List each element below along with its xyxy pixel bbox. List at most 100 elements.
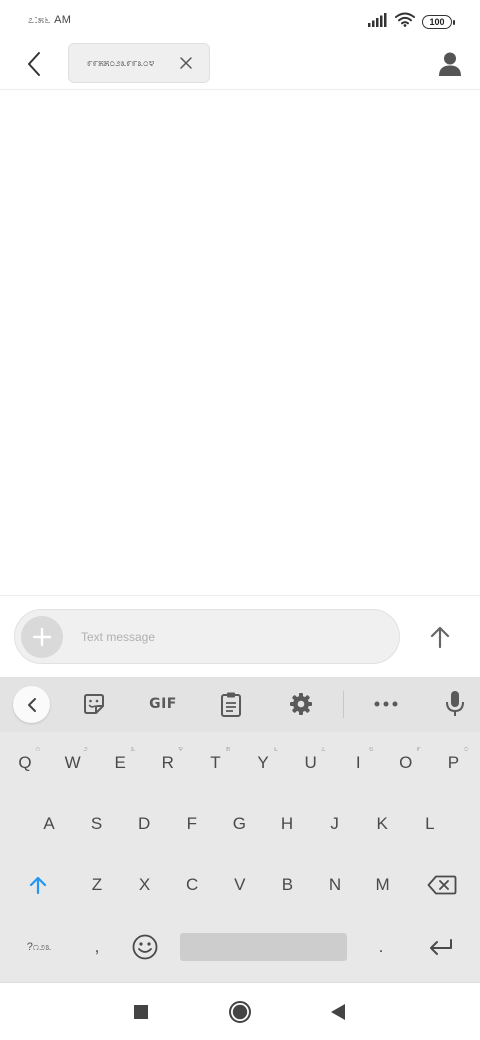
key-m[interactable]: M [360, 856, 406, 914]
send-button[interactable] [420, 617, 460, 657]
recents-square-icon [134, 1005, 148, 1019]
key-label: W [64, 753, 81, 772]
keyboard-toolbar: GIF [0, 677, 480, 732]
key-t[interactable]: ೫T [192, 734, 238, 792]
key-w[interactable]: ೨W [50, 734, 96, 792]
more-button[interactable] [372, 688, 400, 720]
key-label: J [330, 814, 339, 833]
shift-key[interactable] [10, 856, 66, 914]
key-label: A [43, 814, 55, 833]
key-label: Y [257, 753, 269, 772]
attach-button[interactable] [21, 616, 63, 658]
key-label: X [138, 875, 151, 894]
recents-button[interactable] [126, 997, 156, 1027]
enter-icon [430, 939, 452, 955]
person-icon [439, 52, 461, 76]
key-j[interactable]: J [312, 795, 358, 853]
backspace-icon [427, 875, 457, 895]
shift-arrow-icon [29, 876, 47, 895]
key-q[interactable]: ೧Q [2, 734, 48, 792]
key-y[interactable]: ೬Y [240, 734, 286, 792]
contact-button[interactable] [434, 48, 466, 80]
keyboard: GIF ೧ Q ೨ W ೩ E ೪ R ೫ T ೬ Y ೭ U ೮ I ೯ O … [0, 677, 480, 982]
key-label: Z [91, 875, 103, 894]
key-hint: ೨ [83, 744, 88, 753]
space-bar[interactable] [180, 933, 347, 961]
key-p[interactable]: ೦P [430, 734, 476, 792]
gif-button[interactable]: GIF [143, 688, 183, 720]
settings-button[interactable] [287, 688, 315, 720]
home-button[interactable] [225, 997, 255, 1027]
key-label: O [399, 753, 413, 772]
gif-label: GIF [149, 696, 177, 712]
keyboard-collapse-button[interactable] [13, 686, 50, 723]
key-g[interactable]: G [216, 795, 262, 853]
key-d[interactable]: D [121, 795, 167, 853]
key-hint: ೧ [35, 744, 40, 753]
key-label: F [186, 814, 197, 833]
key-s[interactable]: S [74, 795, 120, 853]
conversation-area [0, 91, 480, 595]
key-r[interactable]: ೪R [145, 734, 191, 792]
key-a[interactable]: A [26, 795, 72, 853]
key-e[interactable]: ೩E [97, 734, 143, 792]
nav-back-button[interactable] [323, 997, 353, 1027]
key-hint: ೯ [416, 744, 421, 753]
key-c[interactable]: C [169, 856, 215, 914]
key-label: C [186, 875, 199, 894]
sticker-icon [84, 694, 104, 714]
emoji-key[interactable] [122, 918, 168, 976]
recipient-chip[interactable]: ೯೯೫೫೦೨೩೯೯೩೦೪ [68, 43, 210, 83]
period-key-label: . [378, 937, 384, 956]
key-b[interactable]: B [264, 856, 310, 914]
clipboard-icon [221, 692, 241, 717]
voice-input-button[interactable] [441, 688, 469, 720]
sticker-button[interactable] [80, 688, 108, 720]
emoji-icon [132, 934, 158, 960]
navigation-bar [0, 982, 480, 1040]
key-hint: ೩ [130, 744, 136, 753]
message-input[interactable] [81, 622, 381, 652]
chevron-left-icon [27, 697, 36, 712]
key-l[interactable]: L [407, 795, 453, 853]
battery-level: 100 [429, 17, 445, 27]
key-label: V [234, 875, 246, 894]
close-icon[interactable] [179, 56, 193, 70]
key-hint: ೭ [321, 744, 326, 753]
key-label: M [375, 875, 390, 894]
symbols-key-label: ?೧೨೩ [26, 940, 52, 953]
key-hint: ೦ [463, 744, 469, 753]
backspace-key[interactable] [416, 856, 468, 914]
enter-key[interactable] [414, 918, 468, 976]
compose-divider [0, 595, 480, 596]
key-z[interactable]: Z [74, 856, 120, 914]
back-arrow-icon [28, 52, 40, 76]
compose-bar [14, 609, 400, 664]
key-k[interactable]: K [359, 795, 405, 853]
key-o[interactable]: ೯O [383, 734, 429, 792]
key-f[interactable]: F [169, 795, 215, 853]
key-x[interactable]: X [122, 856, 168, 914]
status-icons: 100 [368, 12, 455, 32]
recipient-name: ೯೯೫೫೦೨೩೯೯೩೦೪ [87, 57, 155, 69]
back-triangle-icon [331, 1004, 345, 1020]
symbols-key[interactable]: ?೧೨೩ [10, 918, 68, 976]
status-bar: ೭:೫೬ AM 100 [0, 0, 480, 40]
key-i[interactable]: ೮I [335, 734, 381, 792]
key-n[interactable]: N [312, 856, 358, 914]
key-hint: ೬ [273, 744, 278, 753]
mic-icon [446, 691, 464, 716]
key-v[interactable]: V [217, 856, 263, 914]
clipboard-button[interactable] [218, 688, 244, 720]
send-arrow-icon [430, 626, 450, 649]
status-time: ೭:೫೬ AM [28, 14, 72, 26]
key-label: D [138, 814, 151, 833]
key-h[interactable]: H [264, 795, 310, 853]
comma-key[interactable]: , [74, 918, 120, 976]
key-u[interactable]: ೭U [288, 734, 334, 792]
key-label: L [425, 814, 435, 833]
key-hint: ೮ [368, 744, 374, 753]
plus-icon [32, 627, 52, 647]
back-button[interactable] [18, 48, 50, 80]
period-key[interactable]: . [358, 918, 404, 976]
